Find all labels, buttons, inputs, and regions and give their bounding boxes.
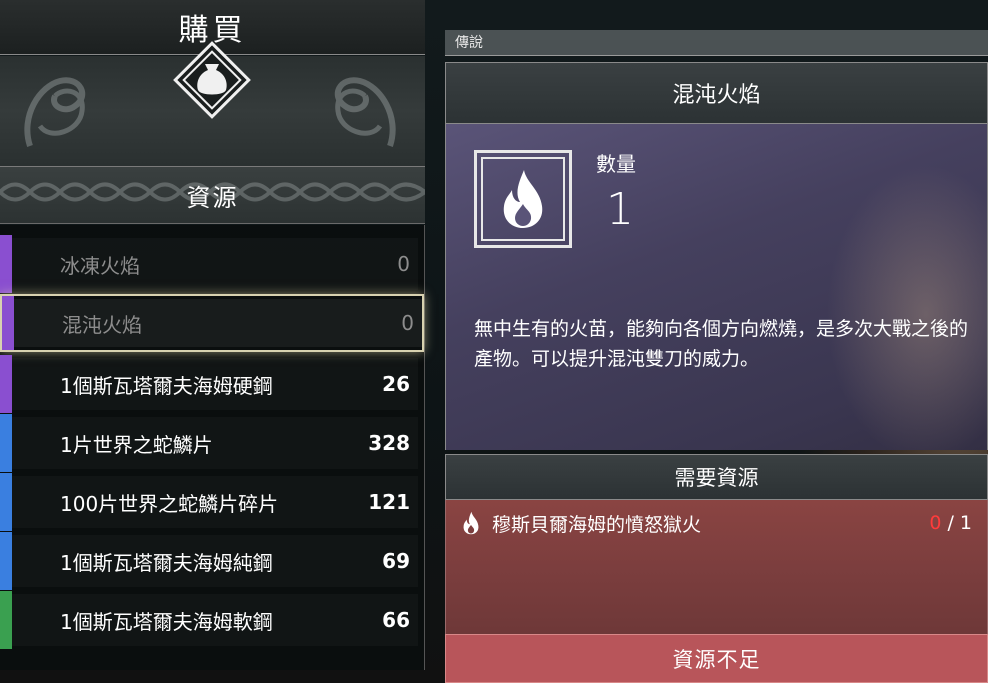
rarity-stripe (0, 355, 12, 413)
item-name: 1個斯瓦塔爾夫海姆硬鋼 (60, 373, 273, 398)
item-description: 無中生有的火苗，能夠向各個方向燃燒，是多次大戰之後的產物。可以提升混沌雙刀的威力… (474, 318, 969, 370)
list-item-hardened-steel[interactable]: 1個斯瓦塔爾夫海姆硬鋼 26 (0, 355, 418, 413)
shop-panel: 購買 資源 冰凍火焰 0 混沌火焰 0 1個斯瓦塔爾夫海姆硬鋼 26 1片世界之… (0, 0, 425, 670)
item-name: 冰凍火焰 (60, 253, 140, 278)
rarity-stripe (0, 414, 12, 472)
item-count: 0 (397, 252, 410, 276)
item-title: 混沌火焰 (672, 83, 761, 108)
list-item-world-serpent-scale[interactable]: 1片世界之蛇鱗片 328 (0, 414, 418, 472)
item-count: 66 (382, 608, 410, 632)
category-title: 資源 (186, 183, 239, 212)
flame-icon (503, 170, 543, 228)
rarity-tag: 傳說 (445, 30, 988, 56)
item-count: 26 (382, 372, 410, 396)
requirements-title: 需要資源 (674, 466, 759, 490)
pouch-icon (173, 41, 251, 119)
list-item-chaos-flame[interactable]: 混沌火焰 0 (0, 294, 424, 352)
requirement-count: 0 / 1 (929, 512, 972, 534)
item-name: 1個斯瓦塔爾夫海姆純鋼 (60, 550, 273, 575)
item-count: 328 (368, 431, 410, 455)
requirements-box: 穆斯貝爾海姆的憤怒獄火 0 / 1 (445, 500, 988, 634)
item-detail-box: 數量 1 無中生有的火苗，能夠向各個方向燃燒，是多次大戰之後的產物。可以提升混沌… (445, 124, 988, 450)
item-title-bar: 混沌火焰 (445, 62, 988, 124)
item-count: 121 (368, 490, 410, 514)
item-name: 1個斯瓦塔爾夫海姆軟鋼 (60, 609, 273, 634)
background-glow (826, 164, 987, 450)
item-detail-panel: 傳說 混沌火焰 數量 1 無中生有的火苗，能夠向各個方向燃燒，是多次大戰之後的產… (445, 30, 988, 683)
item-name: 1片世界之蛇鱗片 (60, 432, 213, 457)
list-item-soft-steel[interactable]: 1個斯瓦塔爾夫海姆軟鋼 66 (0, 591, 418, 649)
quantity-label: 數量 (596, 152, 636, 176)
dragon-knot-icon (334, 77, 396, 147)
dragon-knot-icon (24, 77, 86, 147)
rarity-stripe (0, 235, 12, 293)
flame-icon (463, 511, 479, 535)
rarity-stripe (0, 532, 12, 590)
list-item-pure-steel[interactable]: 1個斯瓦塔爾夫海姆純鋼 69 (0, 532, 418, 590)
requirement-row: 穆斯貝爾海姆的憤怒獄火 0 / 1 (458, 508, 978, 538)
resource-list: 冰凍火焰 0 混沌火焰 0 1個斯瓦塔爾夫海姆硬鋼 26 1片世界之蛇鱗片 32… (0, 225, 425, 670)
insufficient-resources-label: 資源不足 (672, 647, 761, 672)
list-item-scale-fragments[interactable]: 100片世界之蛇鱗片碎片 121 (0, 473, 418, 531)
category-bar: 資源 (0, 166, 425, 224)
rarity-stripe (0, 473, 12, 531)
item-count: 0 (401, 311, 414, 335)
item-name: 混沌火焰 (62, 312, 142, 337)
requirement-name: 穆斯貝爾海姆的憤怒獄火 (492, 513, 702, 536)
rarity-stripe (0, 591, 12, 649)
item-icon-frame (474, 150, 572, 248)
requirement-separator: / (941, 512, 960, 534)
quantity-value: 1 (606, 184, 634, 235)
list-item-ice-flame[interactable]: 冰凍火焰 0 (0, 235, 418, 293)
insufficient-resources-button[interactable]: 資源不足 (445, 634, 988, 683)
requirement-have: 0 (929, 512, 942, 534)
icon-frame-inner (481, 157, 565, 241)
item-count: 69 (382, 549, 410, 573)
requirement-need: 1 (959, 512, 972, 534)
rarity-stripe (2, 296, 14, 350)
item-name: 100片世界之蛇鱗片碎片 (60, 491, 279, 516)
requirements-header: 需要資源 (445, 454, 988, 500)
